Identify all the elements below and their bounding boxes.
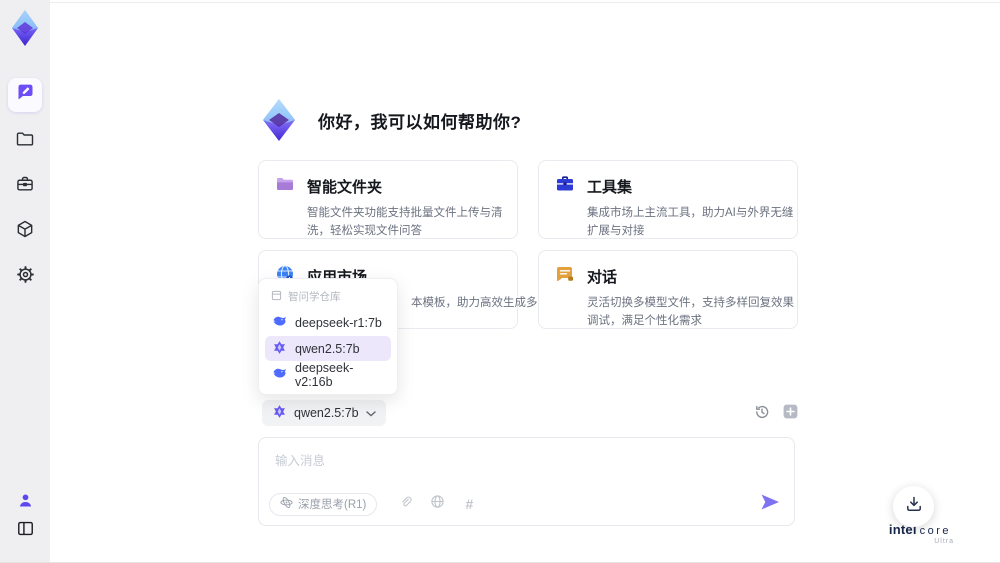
model-dropdown: 智问学仓库 deepseek-r1:7b qwen2.5:7b deepseek… bbox=[258, 278, 398, 395]
globe-icon bbox=[430, 494, 445, 514]
card-description: 智能文件夹功能支持批量文件上传与清洗，轻松实现文件问答 bbox=[307, 207, 503, 237]
deepseek-icon bbox=[272, 366, 287, 384]
model-option-deepseek-r1[interactable]: deepseek-r1:7b bbox=[265, 310, 391, 335]
deepseek-icon bbox=[272, 314, 287, 332]
model-group-label: 智问学仓库 bbox=[288, 291, 341, 303]
user-icon bbox=[16, 491, 35, 515]
dialog-icon bbox=[555, 264, 575, 289]
panel-icon bbox=[16, 519, 35, 543]
sidebar-item-collapse-panel[interactable] bbox=[8, 514, 42, 548]
sidebar-item-apps[interactable] bbox=[8, 214, 42, 248]
toolset-icon bbox=[555, 174, 575, 199]
sidebar-item-chat[interactable] bbox=[8, 78, 42, 112]
plus-square-icon bbox=[782, 403, 799, 425]
feature-card-toolset[interactable]: 工具集 集成市场上主流工具，助力AI与外界无缝扩展与对接 bbox=[538, 160, 798, 239]
card-description: 集成市场上主流工具，助力AI与外界无缝扩展与对接 bbox=[587, 207, 794, 237]
prompt-button[interactable]: # bbox=[459, 494, 479, 514]
sidebar-item-toolbox[interactable] bbox=[8, 169, 42, 203]
app-logo-icon bbox=[7, 8, 43, 48]
model-option-label: deepseek-v2:16b bbox=[295, 360, 354, 389]
download-fab[interactable] bbox=[893, 486, 934, 527]
top-divider bbox=[50, 2, 1000, 3]
paperclip-icon bbox=[399, 495, 412, 514]
model-option-label: deepseek-r1:7b bbox=[295, 315, 382, 330]
model-dropdown-group: 智问学仓库 bbox=[259, 286, 397, 309]
greeting-logo-icon bbox=[256, 96, 302, 144]
card-title: 工具集 bbox=[587, 179, 633, 196]
chevron-down-icon bbox=[365, 406, 376, 420]
sidebar-item-settings[interactable] bbox=[8, 260, 42, 294]
model-option-deepseek-v2[interactable]: deepseek-v2:16b bbox=[265, 360, 391, 389]
deep-think-label: 深度思考(R1) bbox=[298, 499, 367, 511]
greeting-title: 你好，我可以如何帮助你? bbox=[318, 112, 522, 132]
smart-folder-icon bbox=[275, 174, 295, 199]
model-selector[interactable]: qwen2.5:7b bbox=[262, 400, 386, 426]
atom-icon bbox=[280, 496, 293, 512]
qwen-icon bbox=[272, 404, 287, 422]
history-icon bbox=[754, 404, 770, 425]
card-description: 灵活切换多模型文件，支持多样回复效果调试，满足个性化需求 bbox=[587, 297, 794, 327]
repo-icon bbox=[271, 290, 282, 304]
cube-icon bbox=[15, 219, 35, 244]
attach-button[interactable] bbox=[395, 494, 415, 514]
model-option-qwen[interactable]: qwen2.5:7b bbox=[265, 336, 391, 361]
sidebar-item-folders[interactable] bbox=[8, 124, 42, 158]
send-button[interactable] bbox=[758, 492, 782, 516]
feature-card-smart-folder[interactable]: 智能文件夹 智能文件夹功能支持批量文件上传与清洗，轻松实现文件问答 bbox=[258, 160, 518, 239]
app-window: 你好，我可以如何帮助你? 智能文件夹 智能文件夹功能支持批量文件上传与清洗，轻松… bbox=[0, 0, 1000, 563]
briefcase-icon bbox=[15, 174, 35, 199]
model-option-label: qwen2.5:7b bbox=[295, 341, 360, 356]
card-title: 对话 bbox=[587, 269, 618, 286]
message-input[interactable] bbox=[265, 442, 705, 488]
intel-core-text: core bbox=[919, 525, 952, 537]
model-selector-label: qwen2.5:7b bbox=[294, 406, 359, 420]
gear-icon bbox=[15, 264, 36, 290]
qwen-icon bbox=[272, 340, 287, 358]
chat-icon bbox=[15, 82, 36, 108]
feature-card-dialog[interactable]: 对话 灵活切换多模型文件，支持多样回复效果调试，满足个性化需求 bbox=[538, 250, 798, 329]
composer: 深度思考(R1) bbox=[258, 437, 795, 526]
send-icon bbox=[760, 493, 780, 516]
folder-icon bbox=[15, 129, 35, 154]
hash-icon: # bbox=[465, 496, 474, 512]
translate-button[interactable] bbox=[427, 494, 447, 514]
deep-think-toggle[interactable]: 深度思考(R1) bbox=[269, 492, 378, 516]
sidebar bbox=[0, 0, 50, 562]
greeting: 你好，我可以如何帮助你? bbox=[256, 96, 521, 144]
intel-tier-text: Ultra bbox=[934, 538, 954, 545]
new-chat-button[interactable] bbox=[780, 404, 800, 424]
card-title: 智能文件夹 bbox=[307, 179, 383, 196]
main-area: 你好，我可以如何帮助你? 智能文件夹 智能文件夹功能支持批量文件上传与清洗，轻松… bbox=[50, 0, 1000, 562]
composer-toolbar: 深度思考(R1) # bbox=[269, 492, 782, 516]
download-icon bbox=[905, 495, 923, 518]
history-button[interactable] bbox=[752, 404, 772, 424]
